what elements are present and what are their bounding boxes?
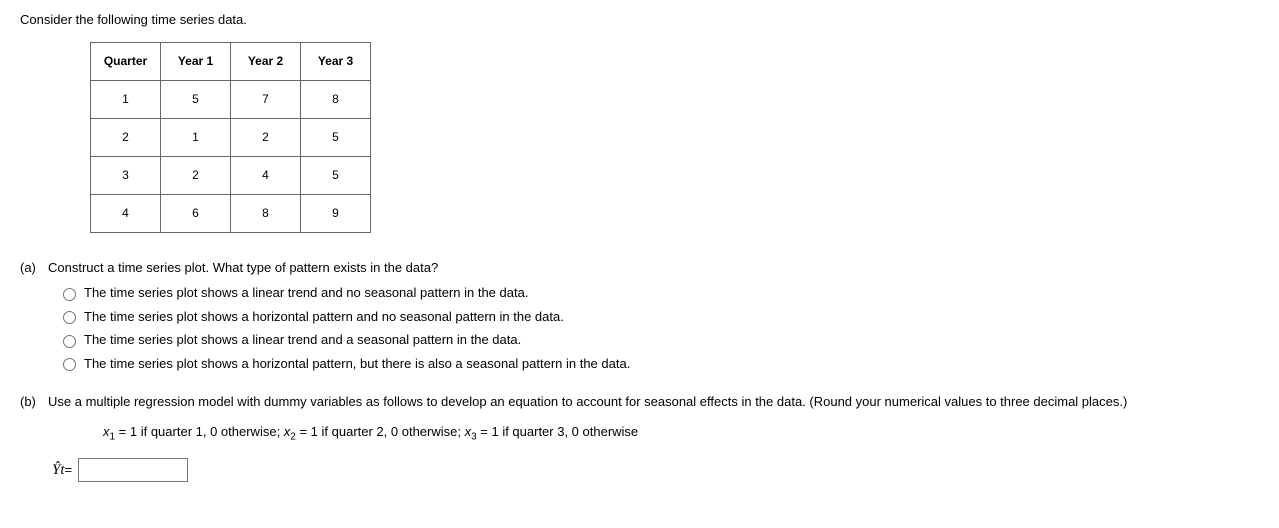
part-a-question: Construct a time series plot. What type …	[48, 258, 1259, 278]
part-a: (a) Construct a time series plot. What t…	[20, 258, 1259, 378]
cell: 9	[301, 194, 371, 232]
table-row: 4 6 8 9	[91, 194, 371, 232]
table-row: 2 1 2 5	[91, 118, 371, 156]
part-b-question: Use a multiple regression model with dum…	[48, 392, 1259, 412]
col-header: Year 1	[161, 42, 231, 80]
answer-row: Ŷt =	[52, 458, 1259, 482]
col-header: Quarter	[91, 42, 161, 80]
table-row: 3 2 4 5	[91, 156, 371, 194]
text: = 1 if quarter 1, 0 otherwise;	[115, 424, 284, 439]
equals-sign: =	[65, 460, 73, 480]
option-row[interactable]: The time series plot shows a horizontal …	[58, 354, 1259, 374]
cell: 8	[231, 194, 301, 232]
equation-input[interactable]	[78, 458, 188, 482]
cell: 5	[301, 156, 371, 194]
y-hat: Ŷ	[52, 459, 60, 482]
part-a-label: (a)	[20, 258, 48, 278]
data-table: Quarter Year 1 Year 2 Year 3 1 5 7 8 2 1…	[90, 42, 371, 233]
option-label: The time series plot shows a linear tren…	[84, 330, 521, 350]
radio-option-1[interactable]	[63, 288, 76, 301]
cell: 5	[301, 118, 371, 156]
text: = 1 if quarter 3, 0 otherwise	[477, 424, 639, 439]
cell: 1	[161, 118, 231, 156]
cell: 3	[91, 156, 161, 194]
cell: 5	[161, 80, 231, 118]
radio-option-4[interactable]	[63, 358, 76, 371]
cell: 2	[91, 118, 161, 156]
text: = 1 if quarter 2, 0 otherwise;	[296, 424, 465, 439]
cell: 1	[91, 80, 161, 118]
part-b-label: (b)	[20, 392, 48, 412]
dummy-definitions: x1 = 1 if quarter 1, 0 otherwise; x2 = 1…	[103, 422, 1259, 445]
col-header: Year 3	[301, 42, 371, 80]
option-label: The time series plot shows a horizontal …	[84, 307, 564, 327]
cell: 6	[161, 194, 231, 232]
option-label: The time series plot shows a horizontal …	[84, 354, 630, 374]
cell: 2	[231, 118, 301, 156]
cell: 7	[231, 80, 301, 118]
cell: 2	[161, 156, 231, 194]
option-row[interactable]: The time series plot shows a horizontal …	[58, 307, 1259, 327]
table-row: 1 5 7 8	[91, 80, 371, 118]
option-row[interactable]: The time series plot shows a linear tren…	[58, 283, 1259, 303]
radio-option-2[interactable]	[63, 311, 76, 324]
part-b: (b) Use a multiple regression model with…	[20, 392, 1259, 482]
option-label: The time series plot shows a linear tren…	[84, 283, 528, 303]
intro-text: Consider the following time series data.	[20, 10, 1259, 30]
cell: 4	[231, 156, 301, 194]
cell: 8	[301, 80, 371, 118]
cell: 4	[91, 194, 161, 232]
option-row[interactable]: The time series plot shows a linear tren…	[58, 330, 1259, 350]
col-header: Year 2	[231, 42, 301, 80]
radio-option-3[interactable]	[63, 335, 76, 348]
